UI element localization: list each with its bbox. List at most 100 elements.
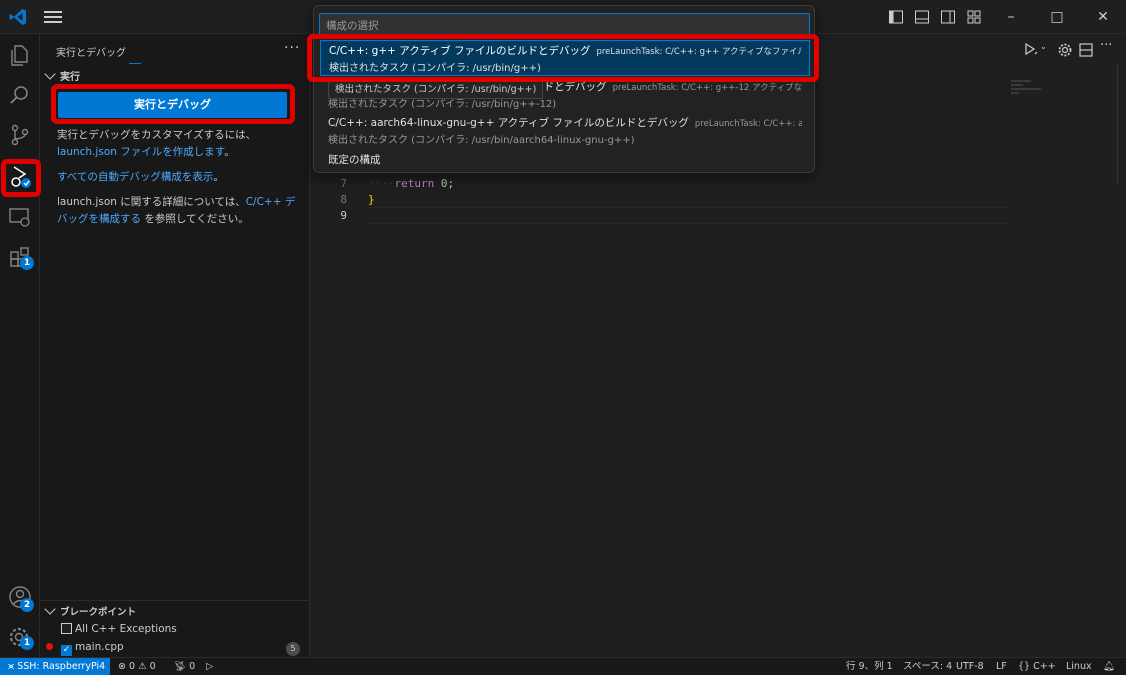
checkbox-checked[interactable]: ✓ (61, 645, 72, 656)
error-count: 0 (129, 661, 136, 672)
highlight-box-run-debug-icon (1, 159, 41, 197)
keyword: return (394, 177, 435, 190)
close-button[interactable]: ✕ (1080, 5, 1126, 29)
end-of-line[interactable]: LF (996, 658, 1007, 675)
problems-indicator[interactable]: ⊗ 0 ⚠ 0 (118, 658, 156, 675)
run-section-label: 実行 (60, 72, 80, 83)
run-dropdown-icon[interactable] (1023, 42, 1039, 58)
remote-label: SSH: RaspberryPi4 (17, 661, 106, 672)
checkbox[interactable] (61, 623, 72, 634)
cursor-position[interactable]: 行 9、列 1 (846, 658, 893, 675)
option-detail: 検出されたタスク (コンパイラ: /usr/bin/aarch64-linux-… (328, 135, 635, 146)
option-description: preLaunchTask: C/C++: aarch64-lin... (694, 119, 802, 129)
hover-tooltip: 検出されたタスク (コンパイラ: /usr/bin/g++) (328, 80, 544, 99)
notifications-bell-icon[interactable]: 🔔︎ (1103, 658, 1115, 675)
activity-bar: 1 2 1 (0, 34, 40, 657)
details-prefix: launch.json に関する詳細については、 (57, 196, 246, 208)
default-config-option[interactable]: 既定の構成 (328, 152, 381, 167)
account-badge: 2 (20, 598, 34, 612)
more-actions-icon[interactable]: ··· (1100, 38, 1112, 53)
minimize-button[interactable]: – (988, 5, 1034, 29)
breakpoints-label: ブレークポイント (60, 607, 137, 618)
sidebar-title-underline (129, 63, 141, 64)
toggle-panel-icon[interactable] (914, 9, 930, 25)
gear-icon[interactable] (1057, 42, 1073, 58)
breakpoint-item[interactable]: All C++ Exceptions (61, 620, 177, 638)
create-launch-json-link[interactable]: launch.json ファイルを作成します (57, 146, 224, 158)
vscode-window: – □ ✕ 1 2 1 実行とデバッグ ··· 実行 実行とデバッグ 実行とデバ… (0, 0, 1126, 675)
search-icon[interactable] (7, 82, 33, 108)
details-suffix: を参照してください。 (141, 213, 249, 225)
chevron-down-icon (44, 68, 56, 80)
customize-layout-icon[interactable] (966, 9, 982, 25)
ports-count: 0 (189, 661, 196, 672)
line-number: 9 (340, 209, 347, 222)
ports-icon: 📡︎ (174, 661, 187, 672)
option-description: preLaunchTask: C/C++: g++-12 アクティブなファイルの… (612, 83, 802, 93)
highlight-box-run-button (51, 84, 295, 124)
chevron-down-icon (44, 603, 56, 615)
customize-suffix: 。 (224, 146, 235, 158)
encoding[interactable]: UTF-8 (956, 658, 984, 675)
explorer-icon[interactable] (7, 42, 33, 68)
ports-indicator[interactable]: 📡︎ 0 (174, 658, 195, 675)
breakpoints-section-header[interactable]: ブレークポイント (44, 603, 137, 618)
vertical-scrollbar[interactable] (1117, 64, 1118, 184)
line-number: 7 (340, 177, 347, 190)
settings-badge: 1 (20, 636, 34, 650)
split-editor-icon[interactable] (1078, 42, 1094, 58)
chevron-down-icon[interactable]: ⌄ (1040, 42, 1047, 51)
line-number: 8 (340, 193, 347, 206)
code-line: ····return 0; (368, 177, 454, 190)
sidebar-title: 実行とデバッグ (56, 48, 126, 59)
extensions-badge: 1 (20, 256, 34, 270)
debug-launch-icon[interactable]: ▷ (206, 658, 213, 675)
toggle-primary-sidebar-icon[interactable] (888, 9, 904, 25)
breakpoint-item[interactable]: ✓ main.cpp (46, 638, 124, 656)
run-section-header[interactable]: 実行 (44, 68, 80, 83)
language-label: C++ (1033, 661, 1056, 672)
show-all-text: すべての自動デバッグ構成を表示。 (57, 169, 297, 186)
breakpoint-dot-icon (46, 643, 53, 650)
show-all-suffix: 。 (213, 171, 224, 183)
more-actions-icon[interactable]: ··· (284, 40, 300, 56)
option-label-text: C/C++: aarch64-linux-gnu-g++ アクティブ ファイルの… (328, 117, 689, 129)
code-line: } (368, 193, 375, 206)
run-debug-sidebar: 実行とデバッグ ··· 実行 実行とデバッグ 実行とデバッグをカスタマイズするに… (40, 34, 310, 657)
os-indicator[interactable]: Linux (1066, 658, 1092, 675)
select-configuration-quickpick: 構成の選択 C/C++: g++ アクティブ ファイルのビルドとデバッグ preL… (313, 5, 815, 173)
show-all-debug-configs-link[interactable]: すべての自動デバッグ構成を表示 (57, 171, 213, 183)
breakpoint-label: main.cpp (75, 641, 124, 653)
maximize-button[interactable]: □ (1034, 5, 1080, 29)
highlight-box-config-option (307, 34, 819, 82)
remote-explorer-icon[interactable] (7, 204, 33, 230)
warning-count: 0 (149, 661, 156, 672)
error-icon: ⊗ (118, 661, 126, 672)
customize-text: 実行とデバッグをカスタマイズするには、 launch.json ファイルを作成しま… (57, 127, 297, 161)
breakpoint-label: All C++ Exceptions (75, 623, 177, 635)
braces-icon: {} (1018, 661, 1031, 672)
current-line-highlight (367, 207, 1007, 224)
status-bar: ⪤ SSH: RaspberryPi4 ⊗ 0 ⚠ 0 📡︎ 0 ▷ 行 9、列… (0, 657, 1126, 675)
minimap[interactable] (1011, 78, 1111, 108)
remote-indicator[interactable]: ⪤ SSH: RaspberryPi4 (0, 658, 110, 675)
whitespace: ···· (368, 177, 395, 190)
section-divider (40, 600, 310, 601)
brace: } (368, 193, 375, 206)
warning-icon: ⚠ (138, 661, 147, 672)
code-text: ; (447, 177, 455, 190)
vscode-logo-icon (9, 9, 26, 25)
details-text: launch.json に関する詳細については、C/C++ デバッグを構成する … (57, 194, 297, 228)
config-option-aarch64[interactable]: C/C++: aarch64-linux-gnu-g++ アクティブ ファイルの… (320, 113, 810, 149)
indentation[interactable]: スペース: 4 (903, 658, 952, 675)
option-label: C/C++: aarch64-linux-gnu-g++ アクティブ ファイルの… (328, 115, 802, 132)
quickpick-input[interactable]: 構成の選択 (319, 13, 810, 35)
toggle-secondary-sidebar-icon[interactable] (940, 9, 956, 25)
customize-prefix: 実行とデバッグをカスタマイズするには、 (57, 129, 257, 141)
language-mode[interactable]: {} C++ (1018, 658, 1056, 675)
breakpoint-count-badge: 5 (286, 642, 300, 656)
menu-icon[interactable] (44, 9, 62, 25)
source-control-icon[interactable] (7, 122, 33, 148)
number-literal: 0 (440, 177, 448, 190)
